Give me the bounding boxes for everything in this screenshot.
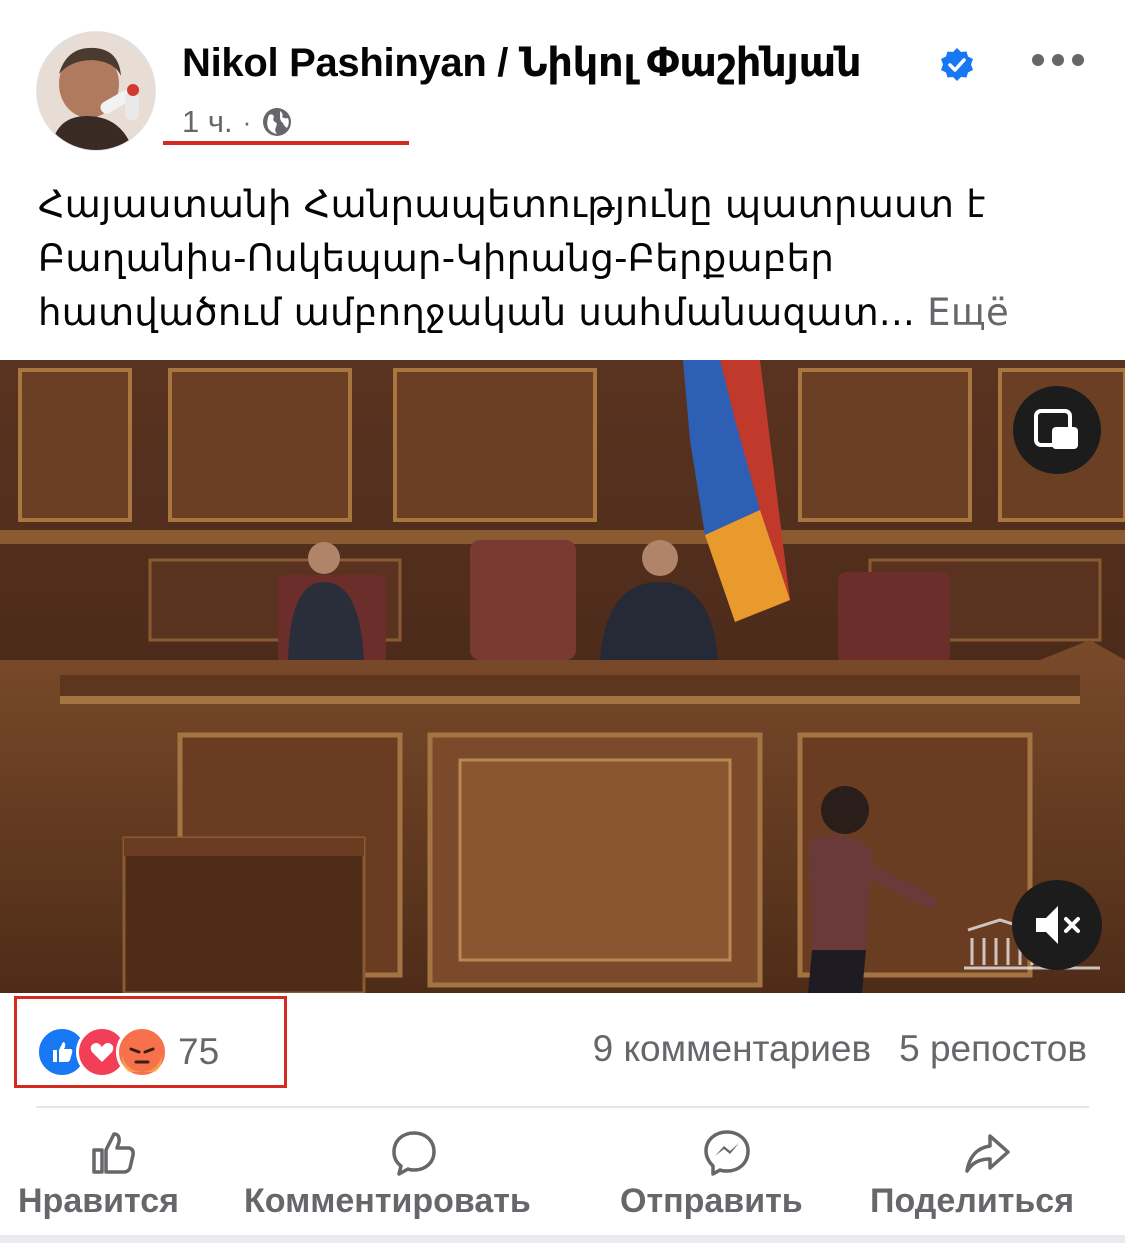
post-text-line: հատվածում ամբողջական սահմանազատ... Ещё <box>38 286 1098 340</box>
post-text-line: Հայաստանի Հանրապետությունը պատրաստ է <box>38 183 986 226</box>
shares-count[interactable]: 5 репостов <box>899 1028 1087 1070</box>
post-text: Հայաստանի Հանրապետությունը պատրաստ է Բաղ… <box>38 178 1098 340</box>
comment-button[interactable]: Комментировать <box>244 1120 584 1230</box>
comments-count[interactable]: 9 комментариев <box>593 1028 872 1070</box>
more-options-icon[interactable] <box>1030 48 1086 72</box>
speaker-muted-icon <box>1036 906 1080 944</box>
post-timestamp[interactable]: 1 ч. <box>182 104 233 140</box>
like-label: Нравится <box>18 1182 179 1220</box>
meta-separator: · <box>242 106 252 137</box>
share-arrow-icon <box>965 1134 1010 1173</box>
verified-badge-icon <box>941 48 973 81</box>
comment-label: Комментировать <box>244 1182 531 1220</box>
video-player[interactable] <box>0 360 1125 993</box>
post-stats: 9 комментариев 5 репостов <box>593 1028 1087 1070</box>
send-button[interactable]: Отправить <box>620 1120 835 1230</box>
picture-in-picture-button[interactable] <box>1013 386 1101 474</box>
thumbs-up-icon <box>92 1132 135 1174</box>
mute-button[interactable] <box>1012 880 1102 970</box>
bottom-separator <box>0 1235 1125 1243</box>
share-button[interactable]: Поделиться <box>870 1120 1110 1230</box>
video-frame <box>0 360 1125 993</box>
author-name[interactable]: Nikol Pashinyan / Նիկոլ Փաշինյան <box>182 40 862 86</box>
annotation-box <box>14 996 287 1088</box>
messenger-icon <box>704 1130 750 1176</box>
send-label: Отправить <box>620 1182 803 1220</box>
post-meta: 1 ч. · <box>182 102 293 142</box>
like-button[interactable]: Нравится <box>18 1120 208 1230</box>
see-more-link[interactable]: Ещё <box>927 291 1009 334</box>
globe-icon <box>263 108 292 136</box>
post-text-line: Բաղանիս-Ոսկեպար-Կիրանց-Բերքաբեր <box>38 237 835 280</box>
author-avatar[interactable] <box>36 31 156 151</box>
picture-in-picture-icon <box>1034 409 1078 449</box>
share-label: Поделиться <box>870 1182 1075 1220</box>
post-text-line-content: հատվածում ամբողջական սահմանազատ... <box>38 291 916 334</box>
action-bar: Нравится Комментировать Отправить Подели… <box>0 1120 1125 1243</box>
comment-icon <box>392 1131 436 1176</box>
divider <box>36 1106 1089 1108</box>
post-header: Nikol Pashinyan / Նիկոլ Փաշինյան 1 ч. · <box>0 0 1125 160</box>
annotation-underline <box>163 141 409 145</box>
